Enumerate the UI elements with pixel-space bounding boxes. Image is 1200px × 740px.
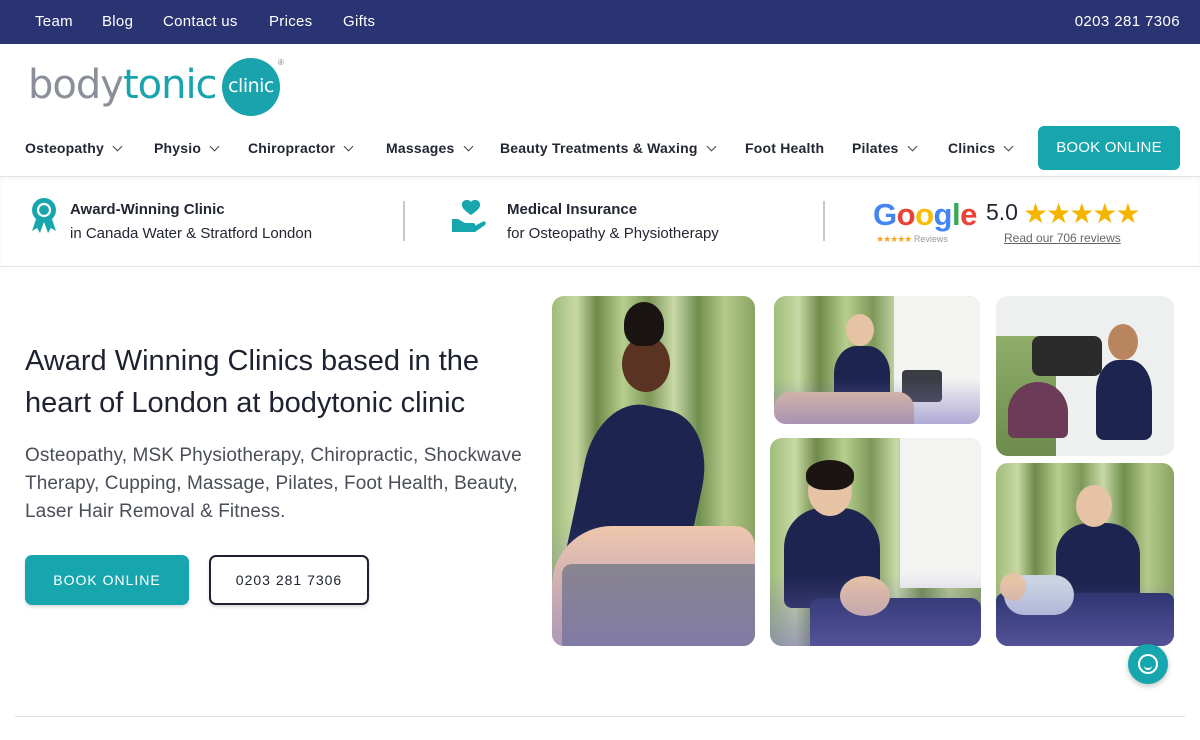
logo-word-prefix: body [28,62,124,108]
section-divider [15,716,1185,717]
book-online-button[interactable]: BOOK ONLINE [25,555,189,605]
logo-badge-text: clinic [228,75,274,97]
chevron-down-icon [343,141,354,152]
hero-subtitle: Osteopathy, MSK Physiotherapy, Chiroprac… [25,445,522,522]
trainer-head [1108,324,1138,360]
divider [403,201,405,241]
nav-label: Physio [154,140,202,156]
client-face [840,576,890,616]
rating-stars: ★★★★★ [1023,198,1141,229]
nav-label: Osteopathy [25,140,105,156]
hero-title: Award Winning Clinics based in the heart… [25,345,480,419]
topbar-link-blog[interactable]: Blog [102,13,133,30]
registered-mark: ® [278,58,284,67]
topbar-link-prices[interactable]: Prices [269,13,312,30]
photo-baby-osteopathy [996,463,1174,646]
divider [823,201,825,241]
therapist-head [1076,485,1112,527]
award-title: Award-Winning Clinic [70,201,225,218]
client-leg [774,392,914,424]
client-top [1008,382,1068,438]
nav-item-foot-health[interactable]: Foot Health [745,140,824,156]
therapist-hair [806,460,854,490]
treatment-couch [996,593,1174,646]
chevron-down-icon [112,141,123,152]
topbar-link-team[interactable]: Team [35,13,73,30]
google-reviews-label: ★★★★★ Reviews [876,234,948,245]
google-mini-stars: ★★★★★ [876,234,912,244]
trust-strip: Award-Winning Clinic in Canada Water & S… [0,176,1200,267]
award-icon [32,198,56,233]
nav-label: Clinics [948,140,996,156]
trainer-uniform [1096,360,1152,440]
topbar-phone-link[interactable]: 0203 281 7306 [1075,13,1180,30]
clinic-wall [894,296,980,424]
chevron-down-icon [1003,141,1014,152]
nav-item-massages[interactable]: Massages [386,140,473,156]
nav-item-physio[interactable]: Physio [154,140,220,156]
google-logo: Google [873,197,977,232]
therapist-hair [624,302,664,346]
photo-laser-treatment [774,296,980,424]
book-online-nav-button[interactable]: BOOK ONLINE [1038,126,1180,170]
therapist-uniform [784,508,880,608]
chevron-down-icon [463,141,473,152]
site-logo[interactable]: bodytonic clinic ® [28,58,288,118]
nav-item-osteopathy[interactable]: Osteopathy [25,140,123,156]
nav-item-chiropractor[interactable]: Chiropractor [248,140,354,156]
nav-item-beauty[interactable]: Beauty Treatments & Waxing [500,140,717,156]
topbar-link-gifts[interactable]: Gifts [343,13,375,30]
nav-label: Foot Health [745,140,825,156]
therapist-uniform [563,395,717,587]
nav-item-clinics[interactable]: Clinics [948,140,1014,156]
chevron-down-icon [209,141,220,152]
top-bar: Team Blog Contact us Prices Gifts 0203 2… [0,0,1200,44]
call-phone-button[interactable]: 0203 281 7306 [209,555,369,605]
read-reviews-link[interactable]: Read our 706 reviews [1004,231,1121,245]
photo-fitness-training [996,296,1174,456]
chat-icon [1138,654,1158,674]
insurance-subtitle: for Osteopathy & Physiotherapy [507,225,719,242]
nav-label: Beauty Treatments & Waxing [500,140,698,156]
insurance-heart-hand-icon [452,199,486,232]
chevron-down-icon [706,141,717,152]
towel [562,564,755,646]
photo-facial-treatment [770,438,981,646]
client-back [552,526,755,646]
baby [1004,575,1074,615]
dumbbell [1032,336,1102,376]
logo-word-suffix: tonic [122,62,218,108]
logo-badge: clinic [222,58,280,116]
chat-button[interactable] [1128,644,1168,684]
chevron-down-icon [907,141,917,152]
rating-value: 5.0 [986,199,1018,225]
award-subtitle: in Canada Water & Stratford London [70,225,313,242]
nav-label: Chiropractor [248,140,336,156]
nav-label: Massages [386,140,455,156]
therapist-uniform [1056,523,1140,603]
nav-item-pilates[interactable]: Pilates [852,140,917,156]
clinic-wall [900,438,981,588]
baby-head [1000,573,1026,601]
therapist-uniform [834,346,890,416]
insurance-title: Medical Insurance [507,201,638,218]
topbar-link-contact[interactable]: Contact us [163,13,238,30]
logo-wordmark: bodytonic [28,62,218,108]
laser-machine [902,370,942,402]
therapist-head [846,314,874,346]
nav-label: Pilates [852,140,899,156]
main-nav: Osteopathy Physio Chiropractor Massages … [0,138,1200,160]
treatment-couch [810,598,981,646]
photo-massage-therapist [552,296,755,646]
google-reviews-text: Reviews [913,234,948,244]
